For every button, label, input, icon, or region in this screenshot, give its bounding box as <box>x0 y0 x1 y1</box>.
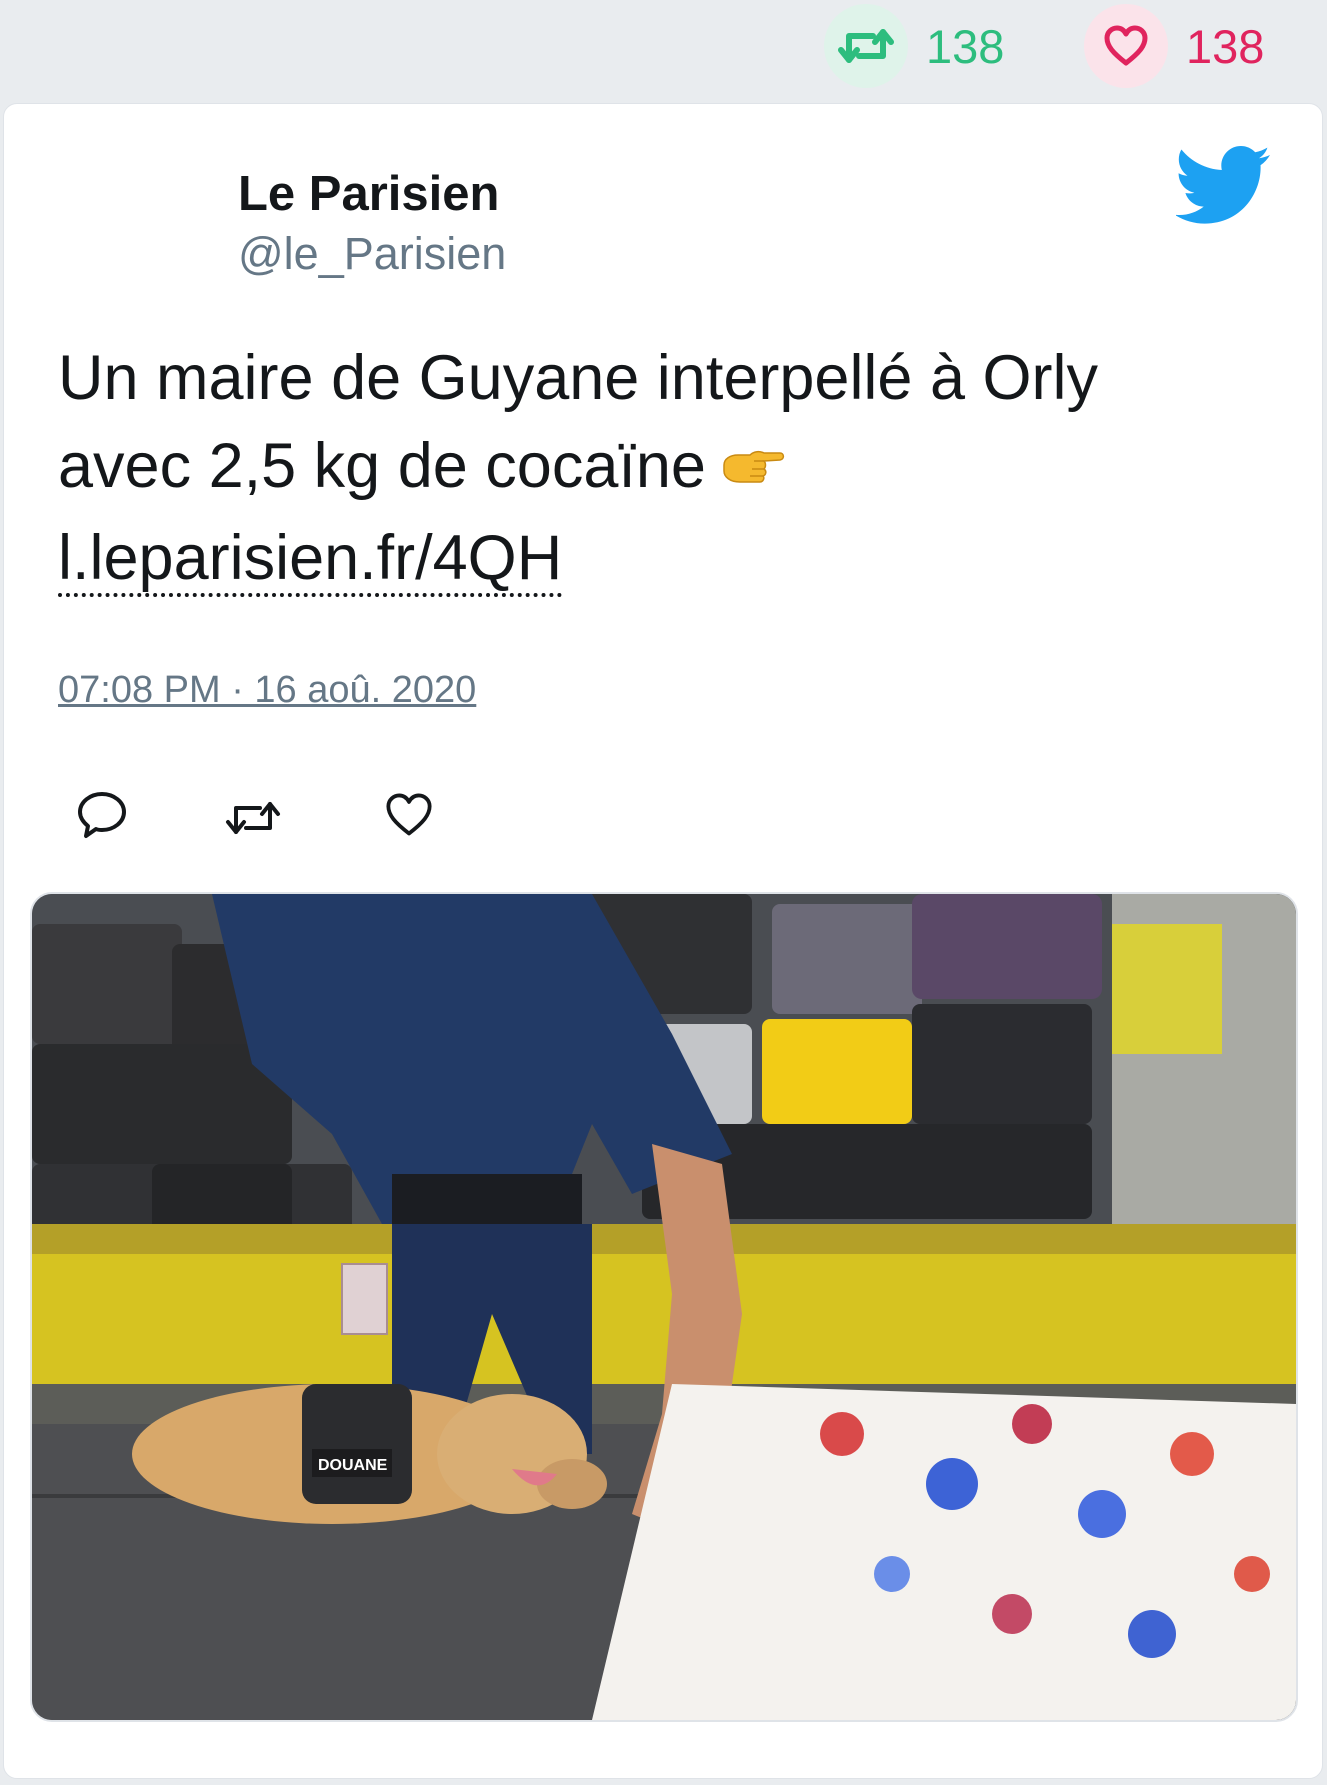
twitter-bird-icon[interactable] <box>1174 146 1272 229</box>
pointing-right-emoji-icon <box>720 426 786 514</box>
photo-customs-dog-icon: DOUANE <box>32 894 1296 1720</box>
engagement-bar: 138 138 <box>0 0 1327 92</box>
retweet-action-icon[interactable] <box>222 798 284 843</box>
like-stat[interactable]: 138 <box>1084 0 1264 92</box>
reply-icon[interactable] <box>76 790 128 845</box>
like-count: 138 <box>1186 19 1265 73</box>
heart-icon[interactable] <box>1084 4 1168 88</box>
tweet-link[interactable]: l.leparisien.fr/4QH <box>58 523 563 598</box>
tweet-photo[interactable]: DOUANE <box>30 892 1298 1722</box>
tweet-timestamp[interactable]: 07:08 PM · 16 aoû. 2020 <box>58 669 476 712</box>
photo-badge-text: DOUANE <box>318 1457 388 1474</box>
retweet-icon[interactable] <box>824 4 908 88</box>
author-handle[interactable]: @le_Parisien <box>238 228 506 280</box>
tweet-text: Un maire de Guyane interpellé à Orly ave… <box>58 334 1218 602</box>
author-name[interactable]: Le Parisien <box>238 166 499 222</box>
tweet-card: Le Parisien @le_Parisien Un maire de Guy… <box>3 103 1323 1779</box>
retweet-stat[interactable]: 138 <box>824 0 1004 92</box>
tweet-body: Un maire de Guyane interpellé à Orly ave… <box>58 343 1098 501</box>
retweet-count: 138 <box>926 19 1005 73</box>
like-icon[interactable] <box>384 792 434 843</box>
